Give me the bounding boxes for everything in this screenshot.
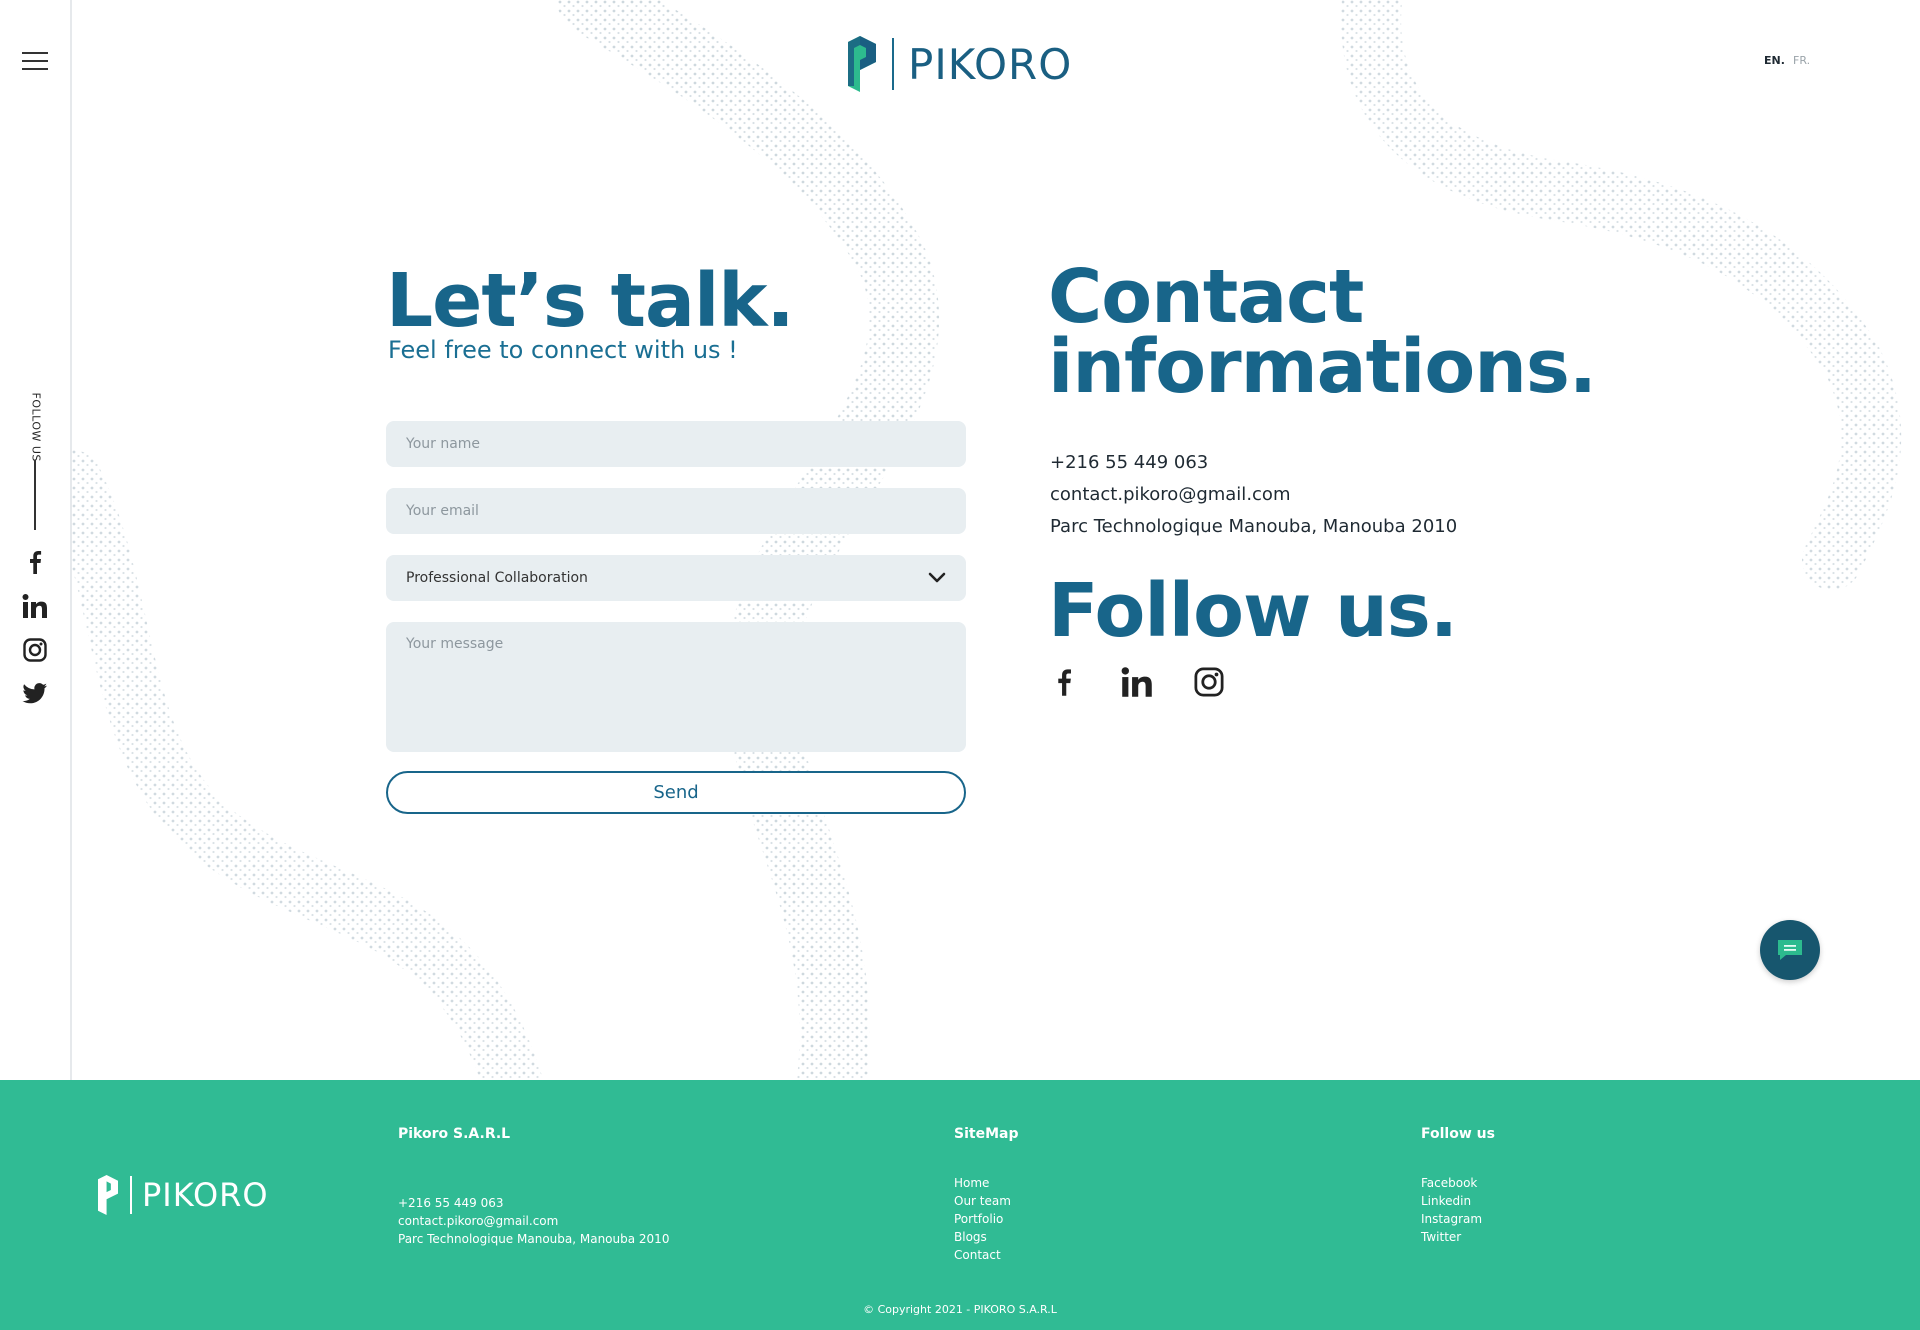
footer-link-facebook[interactable]: Facebook (1421, 1176, 1477, 1190)
rail-follow-label: FOLLOW US (29, 392, 43, 462)
copyright-text: © Copyright 2021 - PIKORO S.A.R.L (863, 1303, 1057, 1316)
subject-select-value: Professional Collaboration (406, 570, 588, 586)
pikoro-logo-mark-icon (848, 36, 876, 92)
chat-icon (1778, 940, 1802, 960)
rail-divider (34, 460, 36, 530)
subject-select[interactable]: Professional Collaboration (386, 555, 966, 601)
linkedin-icon[interactable] (21, 592, 49, 620)
instagram-icon[interactable] (21, 636, 49, 664)
footer-link-contact[interactable]: Contact (954, 1248, 1001, 1262)
footer-link-instagram[interactable]: Instagram (1421, 1212, 1482, 1226)
name-field[interactable] (386, 421, 966, 467)
facebook-icon[interactable] (21, 548, 49, 576)
footer: PIKORO Pikoro S.A.R.L +216 55 449 063 co… (0, 1080, 1920, 1330)
footer-brand-name: PIKORO (142, 1176, 269, 1214)
hamburger-menu-icon[interactable] (22, 52, 48, 72)
footer-link-linkedin[interactable]: Linkedin (1421, 1194, 1471, 1208)
footer-link-twitter[interactable]: Twitter (1421, 1230, 1461, 1244)
footer-link-portfolio[interactable]: Portfolio (954, 1212, 1003, 1226)
pikoro-logo-mark-icon (98, 1175, 118, 1215)
form-title: Let’s talk. (386, 258, 795, 344)
footer-logo-divider (130, 1176, 132, 1214)
form-subtitle: Feel free to connect with us ! (388, 336, 738, 364)
footer-follow-heading: Follow us (1421, 1126, 1495, 1142)
language-fr-link[interactable]: FR. (1793, 54, 1810, 67)
logo-divider (892, 38, 894, 90)
footer-address: Parc Technologique Manouba, Manouba 2010 (398, 1232, 670, 1246)
footer-sitemap-heading: SiteMap (954, 1126, 1019, 1142)
linkedin-icon[interactable] (1119, 664, 1155, 700)
contact-email[interactable]: contact.pikoro@gmail.com (1050, 484, 1290, 505)
chat-button[interactable] (1760, 920, 1820, 980)
facebook-icon[interactable] (1046, 664, 1082, 700)
background-wave-decoration (72, 0, 1902, 1080)
email-field[interactable] (386, 488, 966, 534)
send-button[interactable]: Send (386, 771, 966, 814)
footer-logo[interactable]: PIKORO (96, 1175, 269, 1215)
contact-address: Parc Technologique Manouba, Manouba 2010 (1050, 516, 1458, 537)
chevron-down-icon (928, 572, 946, 583)
footer-email[interactable]: contact.pikoro@gmail.com (398, 1214, 558, 1228)
twitter-icon[interactable] (21, 680, 49, 708)
footer-phone[interactable]: +216 55 449 063 (398, 1196, 503, 1210)
footer-link-home[interactable]: Home (954, 1176, 989, 1190)
language-en-link[interactable]: EN. (1764, 54, 1785, 67)
footer-link-our-team[interactable]: Our team (954, 1194, 1011, 1208)
instagram-icon[interactable] (1191, 664, 1227, 700)
footer-link-blogs[interactable]: Blogs (954, 1230, 987, 1244)
left-rail: FOLLOW US (0, 0, 72, 1080)
footer-company-heading: Pikoro S.A.R.L (398, 1126, 511, 1142)
brand-logo[interactable]: PIKORO (846, 36, 1072, 92)
follow-title: Follow us. (1048, 568, 1458, 654)
contact-title: Contact informations. (1048, 254, 1597, 410)
contact-phone[interactable]: +216 55 449 063 (1050, 452, 1208, 473)
message-field[interactable] (386, 622, 966, 752)
brand-name: PIKORO (908, 39, 1073, 89)
